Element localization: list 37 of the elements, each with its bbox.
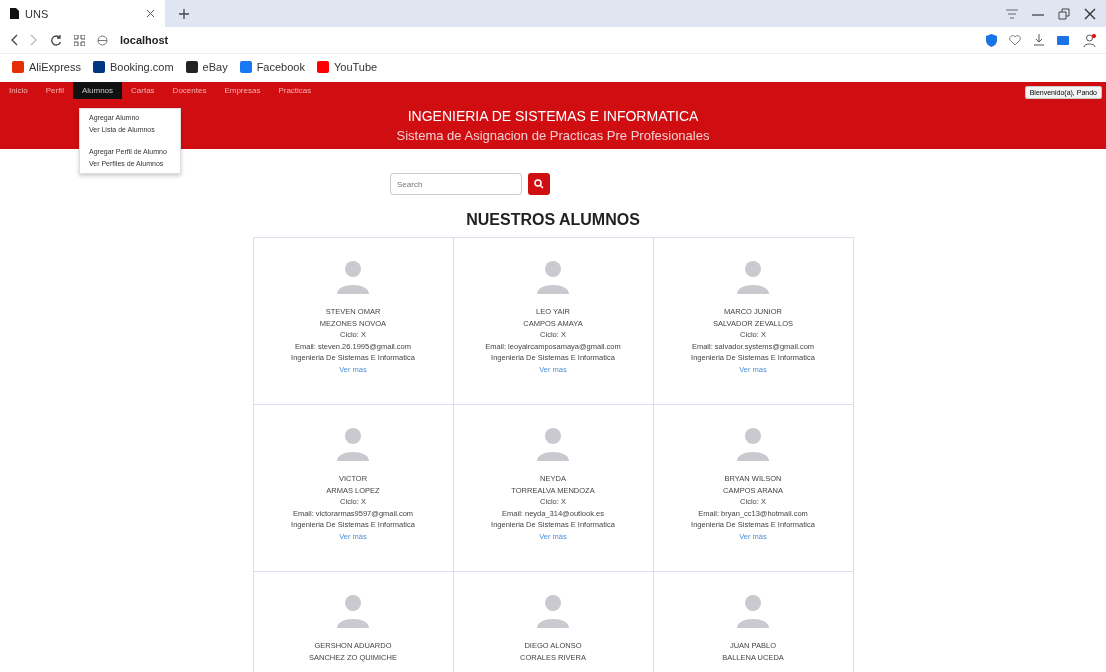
document-icon [10,8,19,19]
avatar-icon [536,594,570,628]
tab-title: UNS [25,7,49,20]
search-field[interactable]: Search [390,173,522,195]
bookmark-link[interactable]: Facebook [239,61,305,73]
avatar-icon [536,427,570,461]
profile-icon[interactable] [1083,33,1096,47]
reload-icon[interactable] [50,34,62,46]
avatar-icon [736,594,770,628]
search-icon [534,179,544,189]
search-button[interactable] [528,173,550,195]
shield-icon[interactable] [986,33,997,47]
bookmark-link[interactable]: AliExpress [12,61,81,73]
url-text[interactable]: localhost [120,34,169,46]
avatar-icon [736,427,770,461]
page-heading: NUESTROS ALUMNOS [466,211,640,229]
bookmark-link[interactable]: eBay [185,61,228,73]
new-tab-icon[interactable] [179,8,189,19]
close-icon[interactable] [146,9,155,18]
close-icon[interactable] [1084,7,1096,20]
avatar-icon [336,260,370,294]
bookmark-link[interactable]: Booking.com [92,61,174,73]
restore-icon[interactable] [1058,7,1070,20]
nav-link[interactable]: Alumnos [72,82,123,99]
header-subtitle: Sistema de Asignacion de Practicas Pre Profesionales [396,127,710,145]
avatar-icon [536,260,570,294]
header-title: INGENIERIA DE SISTEMAS E INFORMATICA [407,107,699,126]
avatar-icon [736,260,770,294]
back-icon[interactable] [10,34,18,46]
download-icon[interactable] [1033,34,1045,46]
bookmark-link[interactable]: YouTube [316,61,378,73]
avatar-icon [336,427,370,461]
globe-icon [97,34,108,46]
heart-icon[interactable] [1009,34,1021,46]
grid-icon[interactable] [74,34,85,46]
browser-tab[interactable]: UNS [0,0,165,27]
avatar-icon [336,594,370,628]
